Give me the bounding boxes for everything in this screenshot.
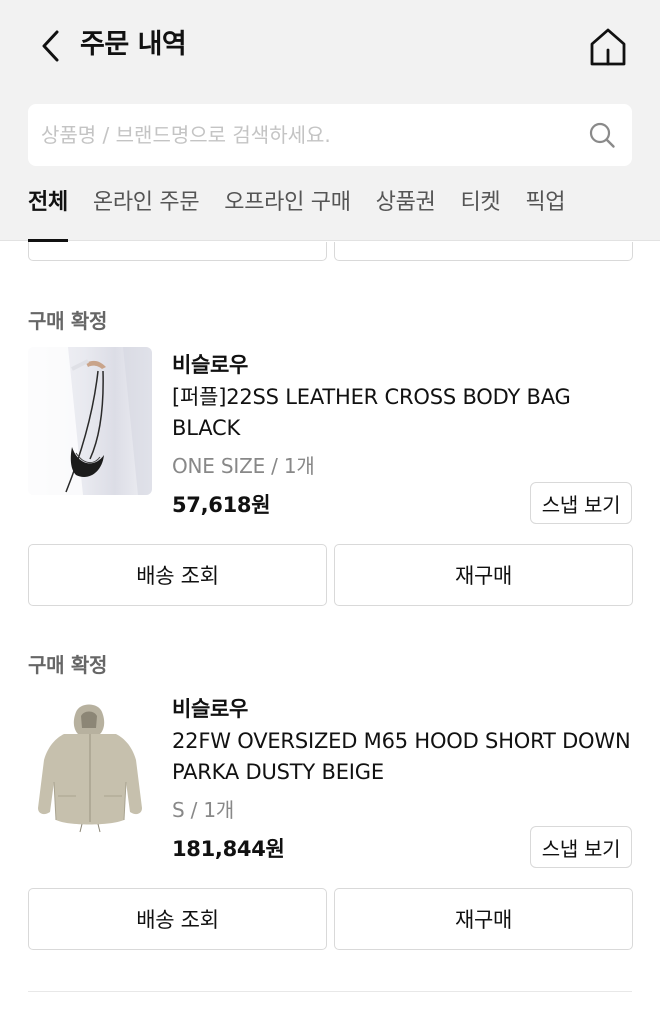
product-price: 181,844원 <box>172 837 285 861</box>
tab-gift-card[interactable]: 상품권 <box>376 182 436 241</box>
previous-order-shipping-button[interactable] <box>28 242 327 261</box>
order-list[interactable]: 구매 확정 비슬로우 [퍼플]22SS LEATHER CROSS BODY B… <box>0 242 660 1024</box>
chevron-left-icon <box>42 30 59 62</box>
product-thumbnail[interactable] <box>28 347 152 495</box>
search-bar <box>28 104 632 166</box>
reorder-button[interactable]: 재구매 <box>334 544 633 606</box>
search-icon[interactable] <box>588 121 616 149</box>
bag-product-image <box>28 347 152 495</box>
tab-ticket[interactable]: 티켓 <box>460 182 500 241</box>
reorder-button[interactable]: 재구매 <box>334 888 633 950</box>
back-button[interactable] <box>30 24 70 68</box>
section-divider <box>28 991 632 992</box>
order-status-label: 구매 확정 <box>28 653 108 677</box>
tab-bar: 전체 온라인 주문 오프라인 구매 상품권 티켓 픽업 <box>28 182 590 242</box>
previous-order-reorder-button[interactable] <box>334 242 633 261</box>
parka-product-image <box>28 690 152 838</box>
snap-view-button[interactable]: 스냅 보기 <box>530 826 632 868</box>
search-input[interactable] <box>41 104 571 166</box>
tab-offline-purchase[interactable]: 오프라인 구매 <box>224 182 351 241</box>
top-bar: 주문 내역 전체 온라인 주문 오프라인 구매 상품권 티켓 픽업 <box>0 0 660 242</box>
home-button[interactable] <box>584 22 632 70</box>
product-name[interactable]: 22FW OVERSIZED M65 HOOD SHORT DOWN PARKA… <box>172 726 642 788</box>
brand-name[interactable]: 비슬로우 <box>172 693 248 723</box>
snap-view-button[interactable]: 스냅 보기 <box>530 482 632 524</box>
page-title: 주문 내역 <box>80 29 187 60</box>
product-option: ONE SIZE / 1개 <box>172 454 315 478</box>
shipping-tracking-button[interactable]: 배송 조회 <box>28 544 327 606</box>
product-thumbnail[interactable] <box>28 690 152 838</box>
tab-pickup[interactable]: 픽업 <box>525 182 565 241</box>
product-price: 57,618원 <box>172 493 271 517</box>
shipping-tracking-button[interactable]: 배송 조회 <box>28 888 327 950</box>
home-icon <box>590 28 626 66</box>
tab-online-order[interactable]: 온라인 주문 <box>93 182 200 241</box>
tab-all[interactable]: 전체 <box>28 182 68 242</box>
product-name[interactable]: [퍼플]22SS LEATHER CROSS BODY BAG BLACK <box>172 382 642 444</box>
brand-name[interactable]: 비슬로우 <box>172 349 248 379</box>
product-option: S / 1개 <box>172 798 235 822</box>
order-status-label: 구매 확정 <box>28 309 108 333</box>
